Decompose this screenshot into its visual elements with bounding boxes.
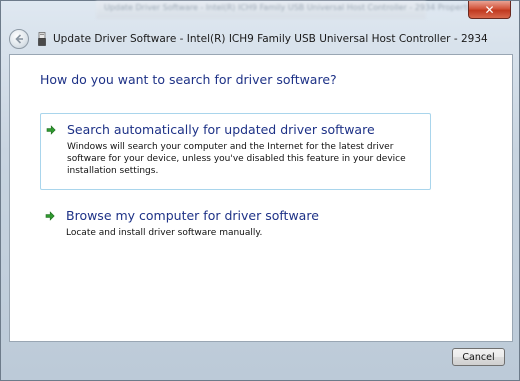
usb-device-icon xyxy=(38,32,46,46)
window-frame: Update Driver Software - Intel(R) ICH9 F… xyxy=(0,0,520,381)
title-bar: Update Driver Software - Intel(R) ICH9 F… xyxy=(9,27,513,51)
dialog-footer: Cancel xyxy=(9,342,513,374)
cancel-button[interactable]: Cancel xyxy=(452,348,505,366)
back-button[interactable] xyxy=(9,29,29,49)
close-button[interactable]: ✕ xyxy=(468,1,511,19)
close-icon: ✕ xyxy=(484,2,495,17)
dialog-content: How do you want to search for driver sof… xyxy=(9,54,513,342)
green-arrow-icon xyxy=(46,125,56,135)
option-title: Search automatically for updated driver … xyxy=(67,122,375,137)
page-heading: How do you want to search for driver sof… xyxy=(40,72,337,87)
browse-computer-option[interactable]: Browse my computer for driver software L… xyxy=(40,203,431,239)
background-window-title-text: Update Driver Software - Intel(R) ICH9 F… xyxy=(104,3,479,12)
option-description: Locate and install driver software manua… xyxy=(66,228,263,238)
search-automatically-option[interactable]: Search automatically for updated driver … xyxy=(40,113,431,190)
option-title: Browse my computer for driver software xyxy=(66,208,319,223)
option-description: Windows will search your computer and th… xyxy=(67,142,406,177)
back-arrow-icon xyxy=(15,34,23,44)
green-arrow-icon xyxy=(45,211,55,221)
window-title: Update Driver Software - Intel(R) ICH9 F… xyxy=(53,33,488,45)
background-window-title: Update Driver Software - Intel(R) ICH9 F… xyxy=(96,1,478,19)
